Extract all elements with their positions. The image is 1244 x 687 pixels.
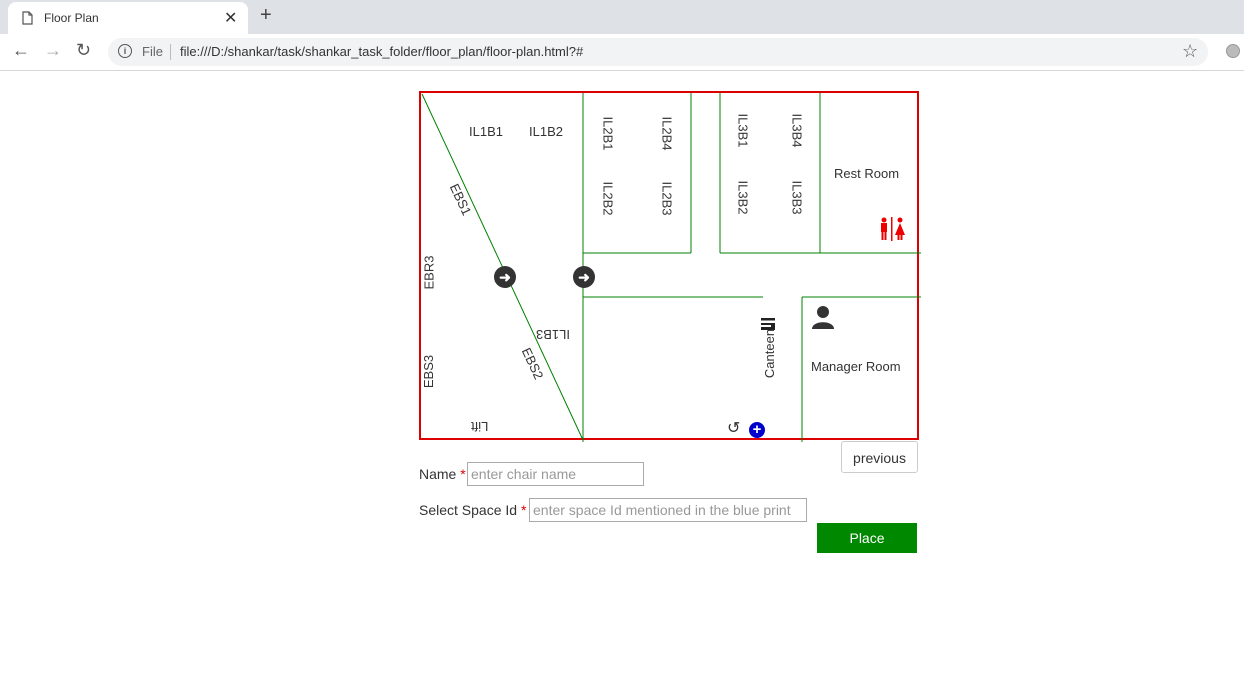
label-il2b1: IL2B1 (600, 116, 616, 151)
space-id-label: Select Space Id * (419, 502, 526, 518)
label-il3b1: IL3B1 (735, 113, 751, 148)
floor-plan: IL1B1 IL1B2 IL2B1 IL2B4 IL2B2 IL2B3 IL3B… (419, 91, 921, 442)
label-ebr3: EBR3 (421, 255, 437, 290)
label-il3b2: IL3B2 (735, 180, 751, 215)
cutlery-icon (761, 318, 775, 330)
name-label: Name * (419, 466, 466, 482)
label-il2b2: IL2B2 (600, 181, 616, 216)
arrow-right-icon[interactable]: ➜ (573, 266, 595, 288)
space-id-label-text: Select Space Id (419, 502, 518, 518)
label-il1b1: IL1B1 (469, 124, 503, 139)
forward-icon[interactable]: → (44, 40, 62, 61)
label-manager-room: Manager Room (811, 359, 901, 374)
name-label-text: Name (419, 466, 457, 482)
reload-icon[interactable]: ↻ (76, 40, 91, 61)
back-icon[interactable]: ← (12, 40, 30, 61)
place-button[interactable]: Place (817, 523, 917, 553)
tab-title: Floor Plan (44, 11, 99, 25)
document-icon (22, 11, 33, 25)
person-icon (812, 306, 834, 329)
rotate-icon[interactable]: ↺ (727, 418, 740, 438)
space-id-input[interactable] (529, 498, 807, 522)
label-ebs3: EBS3 (421, 354, 437, 389)
tab-floor-plan[interactable]: Floor Plan ✕ (8, 2, 248, 34)
address-bar[interactable]: i File file:///D:/shankar/task/shankar_t… (108, 38, 1208, 66)
arrow-right-icon[interactable]: ➜ (494, 266, 516, 288)
label-il3b4: IL3B4 (789, 113, 805, 148)
label-canteen: Canteen (762, 328, 778, 379)
chair-name-input[interactable] (467, 462, 644, 486)
url-text[interactable]: file:///D:/shankar/task/shankar_task_fol… (180, 44, 583, 59)
info-icon[interactable]: i (118, 44, 132, 58)
label-rest-room: Rest Room (834, 166, 900, 181)
label-il1b3: IL1B3 (536, 327, 570, 342)
extension-icon[interactable] (1226, 44, 1240, 58)
label-lift: Lift (471, 419, 489, 434)
label-il3b3: IL3B3 (789, 180, 805, 215)
required-mark: * (520, 502, 527, 518)
previous-button[interactable]: previous (841, 441, 918, 473)
toolbar: ← → ↻ i File file:///D:/shankar/task/sha… (0, 34, 1244, 71)
label-il2b3: IL2B3 (659, 181, 675, 216)
tab-strip: Floor Plan ✕ + (0, 0, 1244, 34)
plus-icon[interactable]: + (749, 422, 765, 438)
close-icon[interactable]: ✕ (224, 8, 237, 28)
file-label: File (142, 44, 163, 59)
label-il2b4: IL2B4 (659, 116, 675, 151)
new-tab-icon[interactable]: + (260, 4, 272, 27)
star-icon[interactable]: ☆ (1182, 41, 1198, 62)
divider (170, 44, 171, 60)
restroom-icon (881, 217, 905, 241)
label-il1b2: IL1B2 (529, 124, 563, 139)
required-mark: * (460, 466, 466, 482)
